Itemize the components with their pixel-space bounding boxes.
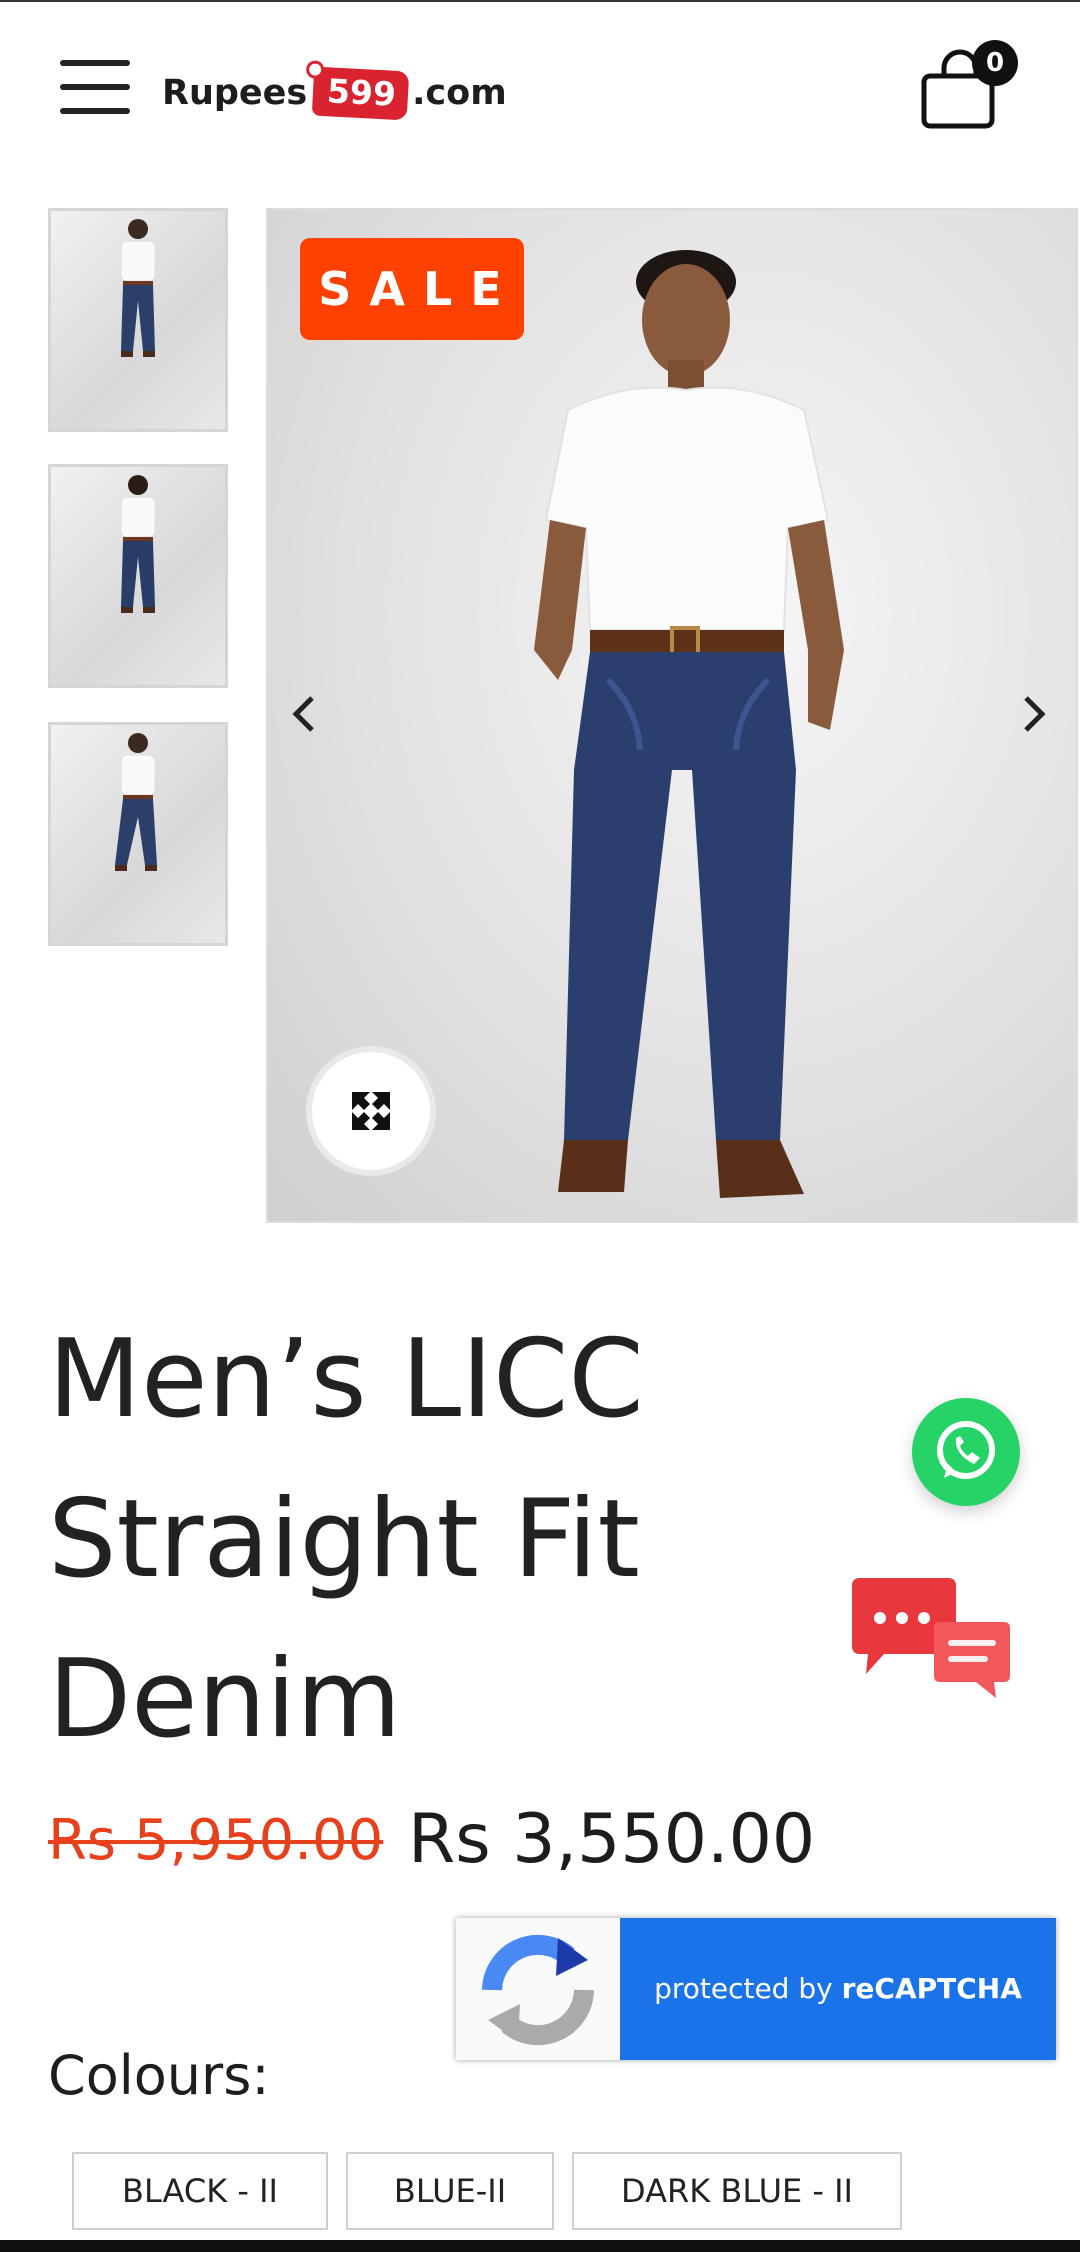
next-image-button[interactable]	[1010, 690, 1058, 738]
original-price: Rs 5,950.00	[48, 1808, 384, 1873]
sale-price: Rs 3,550.00	[408, 1800, 816, 1879]
recaptcha-brand: reCAPTCHA	[841, 1972, 1022, 2005]
colour-option-dark-blue-ii[interactable]: DARK BLUE - II	[572, 2152, 902, 2230]
hamburger-icon	[60, 60, 130, 66]
product-title: Men’s LICC Straight Fit Denim	[48, 1317, 644, 1762]
expand-icon	[352, 1092, 390, 1130]
recaptcha-text: protected by reCAPTCHA	[620, 1918, 1056, 2060]
logo-text-right: .com	[412, 73, 507, 113]
whatsapp-icon	[937, 1421, 995, 1479]
recaptcha-icon	[482, 1934, 594, 2046]
cart-button[interactable]: 0	[918, 40, 1018, 130]
recaptcha-logo	[456, 1918, 620, 2060]
colour-option-blue-ii[interactable]: BLUE-II	[346, 2152, 554, 2230]
chevron-right-icon	[1024, 696, 1046, 732]
recaptcha-badge[interactable]: protected by reCAPTCHA	[456, 1918, 1056, 2060]
site-logo[interactable]: Rupees 599 .com	[162, 62, 507, 124]
hamburger-line	[60, 108, 130, 114]
whatsapp-button[interactable]	[912, 1398, 1020, 1506]
previous-image-button[interactable]	[282, 690, 330, 738]
zoom-image-button[interactable]	[312, 1052, 430, 1170]
chat-bubbles-icon	[852, 1578, 1010, 1698]
cart-count-badge: 0	[972, 40, 1018, 86]
thumbnail-front[interactable]	[48, 208, 228, 432]
colour-option-black-ii[interactable]: BLACK - II	[72, 2152, 328, 2230]
model-walking-image	[115, 733, 157, 871]
bottom-bar	[0, 2240, 1080, 2252]
model-front-image	[120, 219, 156, 357]
thumbnail-back[interactable]	[48, 464, 228, 688]
hamburger-line	[60, 84, 130, 90]
chat-button[interactable]	[844, 1576, 1016, 1706]
logo-price-tag: 599	[312, 66, 410, 120]
chevron-left-icon	[292, 696, 314, 732]
model-back-image	[120, 475, 156, 613]
recaptcha-prefix: protected by	[654, 1972, 842, 2005]
sale-badge: SALE	[300, 238, 524, 340]
top-border	[0, 0, 1080, 2]
colours-label: Colours:	[48, 2044, 270, 2107]
logo-text-left: Rupees	[162, 73, 308, 113]
thumbnail-walking[interactable]	[48, 722, 228, 946]
hamburger-menu-button[interactable]	[60, 58, 132, 116]
